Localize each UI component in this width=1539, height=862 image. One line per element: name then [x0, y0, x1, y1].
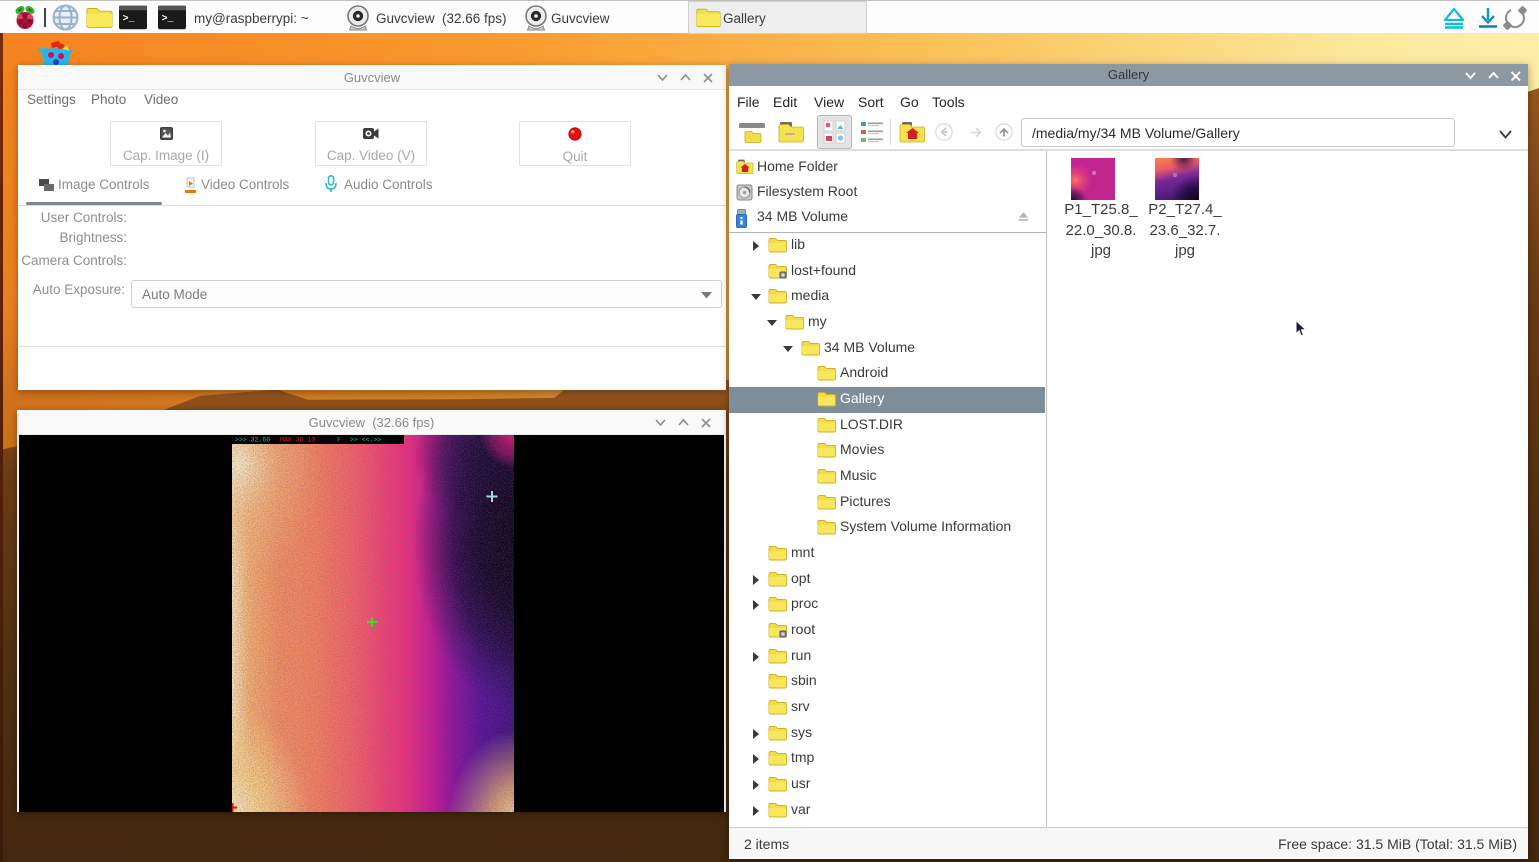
svg-text:MAX 36.10: MAX 36.10	[280, 437, 315, 444]
svg-text:>_: >_	[162, 13, 174, 24]
svg-text:>>> 32.60: >>> 32.60	[235, 437, 270, 444]
svg-text:>_: >_	[123, 13, 135, 24]
svg-text:>> <<.>>: >> <<.>>	[350, 437, 381, 444]
svg-text:F: F	[337, 437, 341, 444]
